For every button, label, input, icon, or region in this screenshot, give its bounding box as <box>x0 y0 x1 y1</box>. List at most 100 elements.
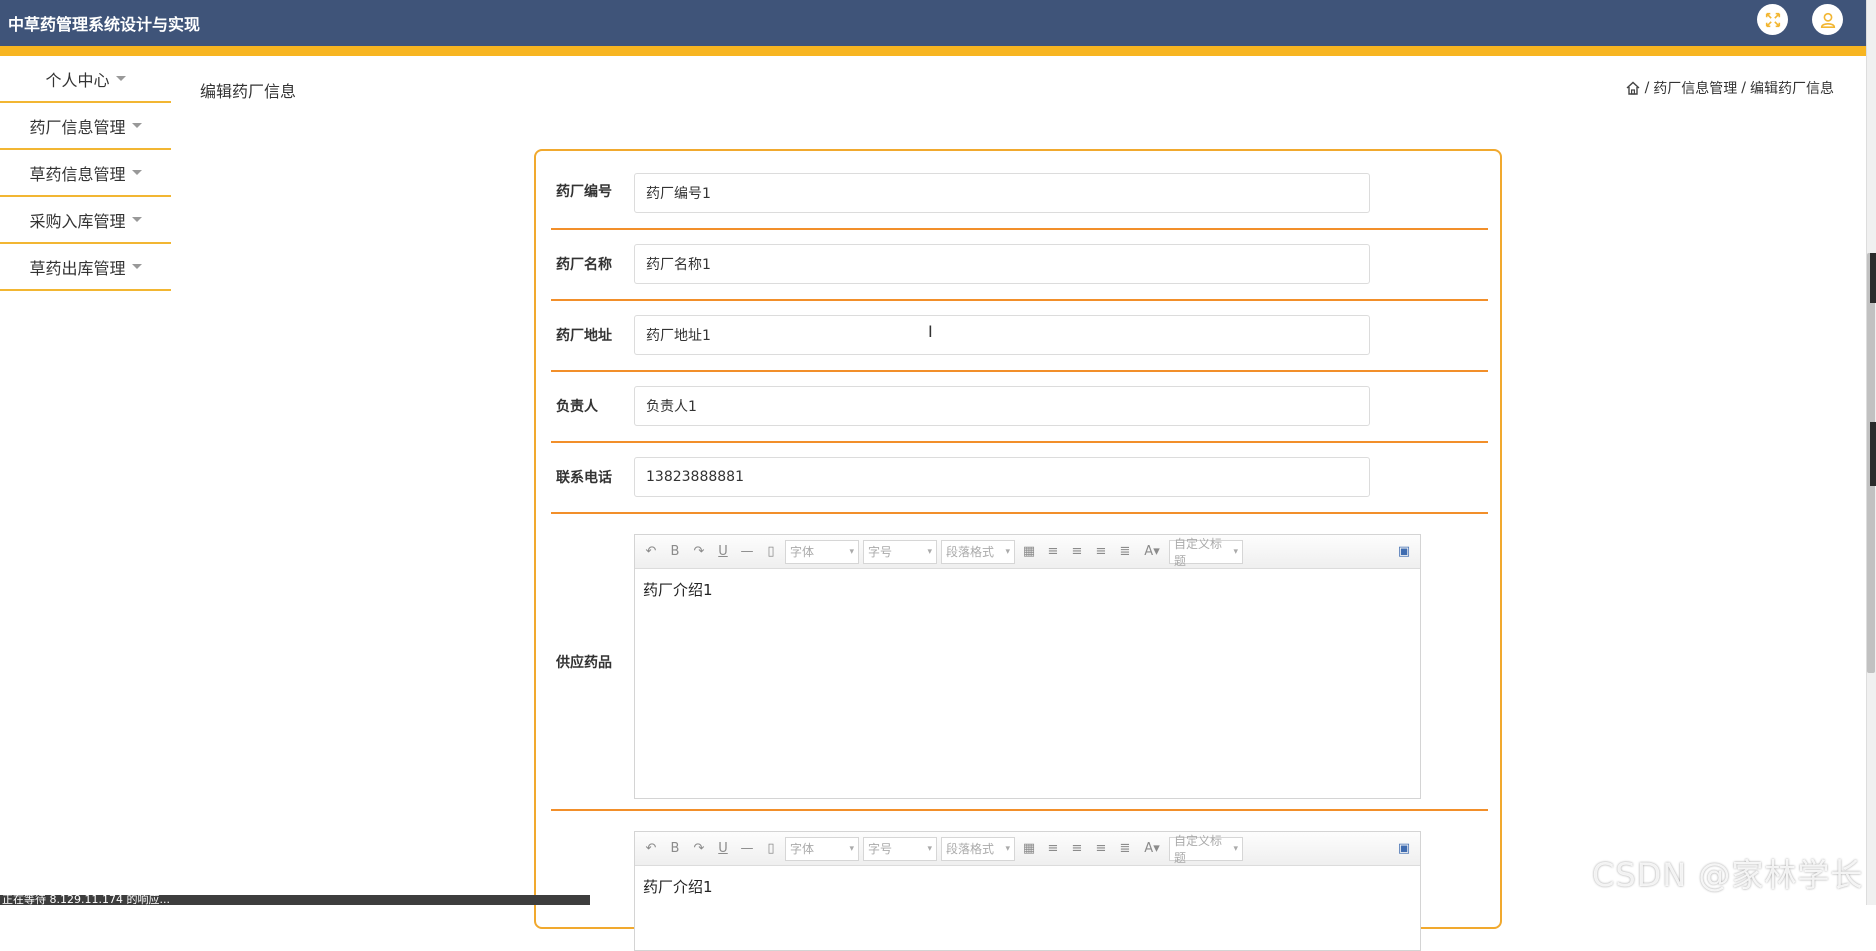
source-code-icon[interactable]: ▣ <box>1394 839 1414 859</box>
editor-toolbar: ↶ B ↷ U — ▯ 字体 字号 段落格式 ▦ ≡ ≡ ≡ ≣ A▾ 自定义标… <box>635 535 1420 569</box>
chevron-down-icon <box>131 170 142 175</box>
sidebar-item-personal-center[interactable]: 个人中心 <box>0 56 171 103</box>
redo-icon[interactable]: ↷ <box>689 839 709 859</box>
sidebar-item-label: 草药信息管理 <box>29 164 126 184</box>
paragraph-format-value: 段落格式 <box>946 842 995 856</box>
text-cursor-icon: I <box>928 322 933 341</box>
rich-text-editor[interactable]: ↶ B ↷ U — ▯ 字体 字号 段落格式 ▦ ≡ ≡ ≡ ≣ A▾ 自定义标… <box>634 534 1421 799</box>
custom-title-select[interactable]: 自定义标题 <box>1169 834 1243 865</box>
font-family-value: 字体 <box>790 545 815 559</box>
sidebar-item-label: 药厂信息管理 <box>29 117 126 137</box>
sidebar-item-purchase-inbound[interactable]: 采购入库管理 <box>0 197 171 244</box>
form-row-pharmacy-id: 药厂编号 <box>551 151 1488 230</box>
custom-title-value: 自定义标题 <box>1174 536 1223 568</box>
custom-title-select[interactable]: 自定义标题 <box>1169 537 1243 568</box>
horizontal-rule-button[interactable]: — <box>737 839 757 859</box>
editor-toolbar: ↶ B ↷ U — ▯ 字体 字号 段落格式 ▦ ≡ ≡ ≡ ≣ A▾ 自定义标… <box>635 832 1420 866</box>
table-icon[interactable]: ▦ <box>1019 542 1039 562</box>
font-family-value: 字体 <box>790 842 815 856</box>
sidebar-item-label: 采购入库管理 <box>29 211 126 231</box>
font-color-button[interactable]: A ▾ <box>1139 839 1165 859</box>
bold-button[interactable]: B <box>665 839 685 859</box>
edit-form: 药厂编号 药厂名称 药厂地址 负责人 联系电话 供应药品 ↶ B ↷ U — ▯… <box>534 149 1502 951</box>
chevron-down-icon <box>131 264 142 269</box>
sidebar-item-herb-outbound[interactable]: 草药出库管理 <box>0 244 171 291</box>
editor-content[interactable]: 药厂介绍1 <box>635 866 1420 907</box>
form-row-supplied-herbs: 供应药品 ↶ B ↷ U — ▯ 字体 字号 段落格式 ▦ ≡ ≡ ≡ ≣ A▾… <box>551 514 1488 811</box>
field-label: 药厂名称 <box>556 257 612 273</box>
chevron-down-icon <box>115 76 126 81</box>
align-left-icon[interactable]: ≡ <box>1043 542 1063 562</box>
undo-icon[interactable]: ↶ <box>641 839 661 859</box>
sidebar-item-herb-info[interactable]: 草药信息管理 <box>0 150 171 197</box>
breadcrumb-separator: / <box>1644 80 1650 96</box>
field-label: 供应药品 <box>556 655 612 671</box>
horizontal-rule-button[interactable]: — <box>737 542 757 562</box>
paragraph-format-select[interactable]: 段落格式 <box>941 836 1015 861</box>
underline-button[interactable]: U <box>713 839 733 859</box>
rich-text-editor[interactable]: ↶ B ↷ U — ▯ 字体 字号 段落格式 ▦ ≡ ≡ ≡ ≣ A▾ 自定义标… <box>634 831 1421 951</box>
font-color-button[interactable]: A ▾ <box>1139 542 1165 562</box>
field-label: 负责人 <box>556 399 598 415</box>
page-title: 编辑药厂信息 <box>200 82 297 101</box>
browser-status-bar: 正在等待 8.129.11.174 的响应... <box>0 895 590 905</box>
form-row-phone: 联系电话 <box>551 443 1488 514</box>
field-label: 联系电话 <box>556 470 612 486</box>
paragraph-format-select[interactable]: 段落格式 <box>941 539 1015 564</box>
font-color-label: A <box>1144 544 1154 559</box>
breadcrumb-separator: / <box>1741 80 1746 96</box>
font-color-label: A <box>1144 841 1154 856</box>
phone-field[interactable] <box>634 457 1370 497</box>
fullscreen-icon[interactable] <box>1757 4 1788 35</box>
bold-button[interactable]: B <box>665 542 685 562</box>
font-size-select[interactable]: 字号 <box>863 539 937 564</box>
align-right-icon[interactable]: ≡ <box>1067 542 1087 562</box>
pharmacy-address-field[interactable] <box>634 315 1370 355</box>
form-row-pharmacy-name: 药厂名称 <box>551 230 1488 301</box>
sidebar-item-label: 个人中心 <box>45 70 110 90</box>
form-row-pharmacy-intro: ↶ B ↷ U — ▯ 字体 字号 段落格式 ▦ ≡ ≡ ≡ ≣ A▾ 自定义标… <box>551 811 1488 951</box>
manager-field[interactable] <box>634 386 1370 426</box>
chevron-down-icon <box>131 217 142 222</box>
align-justify-icon[interactable]: ≣ <box>1115 839 1135 859</box>
top-navbar: 中草药管理系统设计与实现 <box>0 0 1866 56</box>
editor-content[interactable]: 药厂介绍1 <box>635 569 1420 610</box>
breadcrumb-link-pharmacy-info[interactable]: 药厂信息管理 <box>1653 78 1737 98</box>
source-code-icon[interactable]: ▣ <box>1394 542 1414 562</box>
breadcrumb: / 药厂信息管理 / 编辑药厂信息 <box>1625 78 1834 98</box>
topbar-accent-stripe <box>0 46 1866 56</box>
align-left-icon[interactable]: ≡ <box>1043 839 1063 859</box>
align-justify-icon[interactable]: ≣ <box>1115 542 1135 562</box>
paste-icon[interactable]: ▯ <box>761 839 781 859</box>
sidebar-item-label: 草药出库管理 <box>29 258 126 278</box>
underline-button[interactable]: U <box>713 542 733 562</box>
field-label: 药厂编号 <box>556 184 612 200</box>
undo-icon[interactable]: ↶ <box>641 542 661 562</box>
align-center-icon[interactable]: ≡ <box>1091 542 1111 562</box>
chevron-down-icon <box>131 123 142 128</box>
align-right-icon[interactable]: ≡ <box>1067 839 1087 859</box>
custom-title-value: 自定义标题 <box>1174 833 1223 865</box>
form-row-pharmacy-address: 药厂地址 <box>551 301 1488 372</box>
app-title: 中草药管理系统设计与实现 <box>8 15 201 34</box>
font-family-select[interactable]: 字体 <box>785 539 859 564</box>
pharmacy-id-field[interactable] <box>634 173 1370 213</box>
redo-icon[interactable]: ↷ <box>689 542 709 562</box>
field-label: 药厂地址 <box>556 328 612 344</box>
sidebar-item-pharmacy-info[interactable]: 药厂信息管理 <box>0 103 171 150</box>
font-size-select[interactable]: 字号 <box>863 836 937 861</box>
font-family-select[interactable]: 字体 <box>785 836 859 861</box>
home-icon[interactable] <box>1625 80 1641 96</box>
pharmacy-name-field[interactable] <box>634 244 1370 284</box>
table-icon[interactable]: ▦ <box>1019 839 1039 859</box>
sidebar-menu: 个人中心 药厂信息管理 草药信息管理 采购入库管理 草药出库管理 <box>0 56 171 291</box>
paragraph-format-value: 段落格式 <box>946 545 995 559</box>
side-tab <box>1870 422 1876 486</box>
align-center-icon[interactable]: ≡ <box>1091 839 1111 859</box>
user-avatar-icon[interactable] <box>1812 4 1843 35</box>
breadcrumb-current: 编辑药厂信息 <box>1750 81 1834 97</box>
page-scrollbar[interactable] <box>1866 0 1876 905</box>
paste-icon[interactable]: ▯ <box>761 542 781 562</box>
font-size-value: 字号 <box>868 842 893 856</box>
font-size-value: 字号 <box>868 545 893 559</box>
